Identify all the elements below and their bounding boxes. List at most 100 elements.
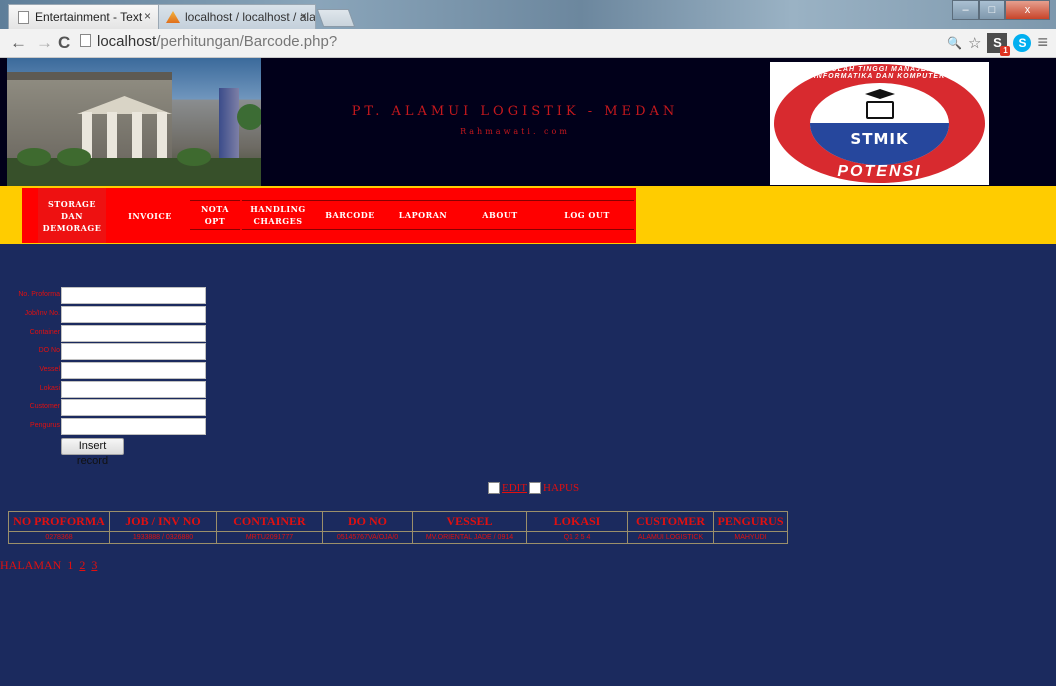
hapus-checkbox[interactable] [529, 482, 542, 494]
tab-title: localhost / localhost / ala [185, 10, 316, 24]
menu-bar: STORAGE DAN DEMORAGE INVOICE NOTA OPT HA… [0, 186, 1056, 244]
menu-item-laporan[interactable]: LAPORAN [386, 200, 460, 230]
forward-icon[interactable]: → [36, 33, 53, 53]
pagination: HALAMAN 1 2 3 [0, 558, 97, 573]
hapus-label[interactable]: HAPUS [543, 482, 579, 494]
maximize-button[interactable]: □ [979, 0, 1005, 20]
menu-item-nota-opt[interactable]: NOTA OPT [190, 200, 240, 230]
page-1: 1 [67, 558, 74, 572]
form-row: No. Proforma [0, 287, 220, 304]
extension-s-icon[interactable]: S [987, 32, 1011, 56]
menu-item-storage[interactable]: STORAGE DAN DEMORAGE [38, 188, 106, 243]
browser-tab-bar: Entertainment - Text × localhost / local… [0, 0, 1056, 29]
skype-extension-icon[interactable]: S [1013, 33, 1032, 52]
insert-record-button[interactable]: Insert record [61, 438, 124, 467]
customer-input[interactable] [61, 399, 206, 416]
job-inv-no-input[interactable] [61, 306, 206, 323]
column-header: CONTAINER [216, 511, 323, 532]
column-header: LOKASI [526, 511, 628, 532]
star-icon[interactable]: ☆ [968, 34, 981, 52]
column-header: JOB / INV NO [109, 511, 217, 532]
table-header-row: NO PROFORMA JOB / INV NO CONTAINER DO NO… [8, 511, 788, 532]
address-bar[interactable]: localhost/perhitungan/Barcode.php? [80, 33, 337, 50]
address-path: /perhitungan/Barcode.php? [156, 33, 338, 50]
stmik-logo: SEKOLAH TINGGI MANAJEMEN INFORMATIKA DAN… [770, 62, 989, 185]
menu-item-barcode[interactable]: BARCODE [314, 200, 386, 230]
column-header: PENGURUS [713, 511, 788, 532]
job-inv-no-label: Job/Inv No. [24, 310, 60, 317]
form-row: Pengurus [0, 418, 220, 435]
back-icon[interactable]: ← [10, 33, 27, 53]
do-no-label: DO No [38, 347, 60, 354]
records-table: NO PROFORMA JOB / INV NO CONTAINER DO NO… [8, 511, 788, 544]
form-row: Lokasi [0, 381, 220, 398]
toolbar-right: 🔍 ☆ S S ≡ [947, 32, 1048, 56]
form-row: Customer [0, 399, 220, 416]
phpmyadmin-icon [166, 11, 180, 23]
tab-close-icon[interactable]: × [300, 9, 307, 23]
container-input[interactable] [61, 325, 206, 342]
do-no-input[interactable] [61, 343, 206, 360]
table-cell: Q1 2 5 4 [526, 531, 628, 544]
record-actions: EDIT HAPUS [488, 482, 579, 494]
column-header: VESSEL [412, 511, 527, 532]
logo-text-center: STMIK [850, 130, 909, 148]
no-proforma-label: No. Proforma [18, 291, 60, 298]
logo-text-bottom: POTENSI UTAMA [837, 163, 922, 183]
form-row: DO No [0, 343, 220, 360]
column-header: CUSTOMER [627, 511, 714, 532]
minimize-button[interactable]: – [952, 0, 979, 20]
site-title: PT. ALAMUI LOGISTIK - MEDAN [351, 104, 679, 119]
form-row: Container [0, 325, 220, 342]
graduation-cap-icon [865, 89, 895, 99]
pengurus-input[interactable] [61, 418, 206, 435]
table-cell: MAHYUDI [713, 531, 788, 544]
address-host: localhost [97, 33, 157, 50]
table-cell: ALAMUI LOGISTICK [627, 531, 714, 544]
menu-item-invoice[interactable]: INVOICE [112, 188, 188, 243]
site-subtitle: Rahmawati. com [460, 127, 570, 136]
tab-close-icon[interactable]: × [144, 9, 151, 23]
page-3-link[interactable]: 3 [91, 558, 97, 572]
logo-text-top: SEKOLAH TINGGI MANAJEMEN INFORMATIKA DAN… [813, 66, 946, 80]
window-controls: – □ x [952, 0, 1050, 20]
browser-tab-active[interactable]: Entertainment - Text × [8, 4, 160, 29]
table-row[interactable]: 0278368 1933888 / 0326880 MRTU2091777 05… [8, 531, 788, 544]
edit-link[interactable]: EDIT [502, 482, 527, 494]
column-header: DO NO [322, 511, 413, 532]
header-photo [7, 58, 261, 186]
container-label: Container [29, 329, 60, 336]
table-cell: MV.ORIENTAL JADE / 0914 [412, 531, 527, 544]
lokasi-label: Lokasi [39, 385, 60, 392]
browser-toolbar: ← → C localhost/perhitungan/Barcode.php?… [0, 29, 1056, 58]
no-proforma-input[interactable] [61, 287, 206, 304]
tab-title: Entertainment - Text [35, 10, 143, 24]
table-cell: 1933888 / 0326880 [109, 531, 217, 544]
new-tab-button[interactable] [316, 9, 356, 27]
menu-item-about[interactable]: ABOUT [460, 200, 540, 230]
pengurus-label: Pengurus [30, 422, 60, 429]
vessel-input[interactable] [61, 362, 206, 379]
customer-label: Customer [29, 403, 60, 410]
book-icon [866, 101, 894, 119]
table-cell: MRTU2091777 [216, 531, 323, 544]
edit-checkbox[interactable] [488, 482, 500, 494]
pagination-label: HALAMAN [0, 558, 62, 572]
close-window-button[interactable]: x [1005, 0, 1050, 20]
browser-tab[interactable]: localhost / localhost / ala × [158, 4, 316, 29]
reload-icon[interactable]: C [58, 33, 70, 53]
menu-item-handling-charges[interactable]: HANDLING CHARGES [242, 200, 314, 230]
zoom-icon[interactable]: 🔍 [947, 36, 962, 50]
form-row: Vessel [0, 362, 220, 379]
page-icon [18, 11, 29, 24]
main-menu: STORAGE DAN DEMORAGE INVOICE NOTA OPT HA… [22, 188, 636, 243]
column-header: NO PROFORMA [8, 511, 110, 532]
vessel-label: Vessel [39, 366, 60, 373]
menu-item-logout[interactable]: LOG OUT [540, 200, 634, 230]
form-row: Job/Inv No. [0, 306, 220, 323]
menu-icon[interactable]: ≡ [1037, 32, 1048, 53]
page-2-link[interactable]: 2 [79, 558, 85, 572]
table-cell: 0278368 [8, 531, 110, 544]
lokasi-input[interactable] [61, 381, 206, 398]
page-icon [80, 34, 91, 47]
